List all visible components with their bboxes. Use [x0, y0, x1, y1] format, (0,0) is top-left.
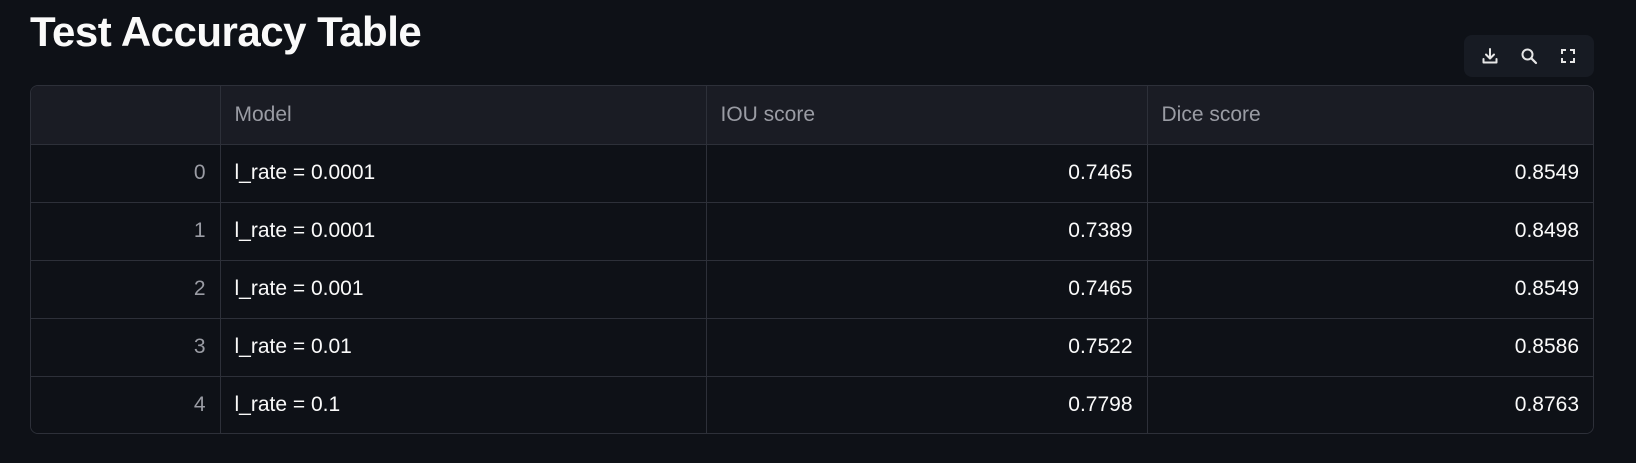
row-index-cell[interactable]: 3: [31, 318, 221, 377]
row-index-cell[interactable]: 1: [31, 202, 221, 261]
iou-score-cell[interactable]: 0.7522: [706, 318, 1148, 377]
iou-score-cell[interactable]: 0.7389: [706, 202, 1148, 261]
model-cell[interactable]: l_rate = 0.1: [220, 376, 707, 433]
column-header-index[interactable]: [31, 86, 221, 145]
fullscreen-button[interactable]: [1552, 40, 1584, 72]
table-row: 3 l_rate = 0.01 0.7522 0.8586: [31, 318, 1593, 377]
table-header-row: Model IOU score Dice score: [31, 86, 1593, 145]
download-button[interactable]: [1474, 40, 1506, 72]
column-header-iou-score[interactable]: IOU score: [706, 86, 1148, 145]
dice-score-cell[interactable]: 0.8498: [1147, 202, 1593, 261]
table-row: 2 l_rate = 0.001 0.7465 0.8549: [31, 260, 1593, 319]
search-button[interactable]: [1513, 40, 1545, 72]
table-toolbar: [1464, 35, 1594, 77]
model-cell[interactable]: l_rate = 0.01: [220, 318, 707, 377]
row-index-cell[interactable]: 0: [31, 144, 221, 203]
model-cell[interactable]: l_rate = 0.0001: [220, 202, 707, 261]
iou-score-cell[interactable]: 0.7798: [706, 376, 1148, 433]
dice-score-cell[interactable]: 0.8763: [1147, 376, 1593, 433]
data-table: Model IOU score Dice score 0 l_rate = 0.…: [30, 85, 1594, 434]
row-index-cell[interactable]: 2: [31, 260, 221, 319]
search-icon: [1520, 47, 1538, 65]
model-cell[interactable]: l_rate = 0.001: [220, 260, 707, 319]
page-title: Test Accuracy Table: [30, 8, 422, 55]
dice-score-cell[interactable]: 0.8586: [1147, 318, 1593, 377]
fullscreen-icon: [1560, 48, 1576, 64]
table-row: 1 l_rate = 0.0001 0.7389 0.8498: [31, 202, 1593, 261]
row-index-cell[interactable]: 4: [31, 376, 221, 433]
download-icon: [1481, 47, 1499, 65]
page: Test Accuracy Table Model IOU score Dice…: [0, 0, 1636, 463]
model-cell[interactable]: l_rate = 0.0001: [220, 144, 707, 203]
dice-score-cell[interactable]: 0.8549: [1147, 144, 1593, 203]
iou-score-cell[interactable]: 0.7465: [706, 260, 1148, 319]
dice-score-cell[interactable]: 0.8549: [1147, 260, 1593, 319]
column-header-dice-score[interactable]: Dice score: [1147, 86, 1593, 145]
table-row: 0 l_rate = 0.0001 0.7465 0.8549: [31, 144, 1593, 203]
column-header-model[interactable]: Model: [220, 86, 707, 145]
table-row: 4 l_rate = 0.1 0.7798 0.8763: [31, 376, 1593, 433]
iou-score-cell[interactable]: 0.7465: [706, 144, 1148, 203]
